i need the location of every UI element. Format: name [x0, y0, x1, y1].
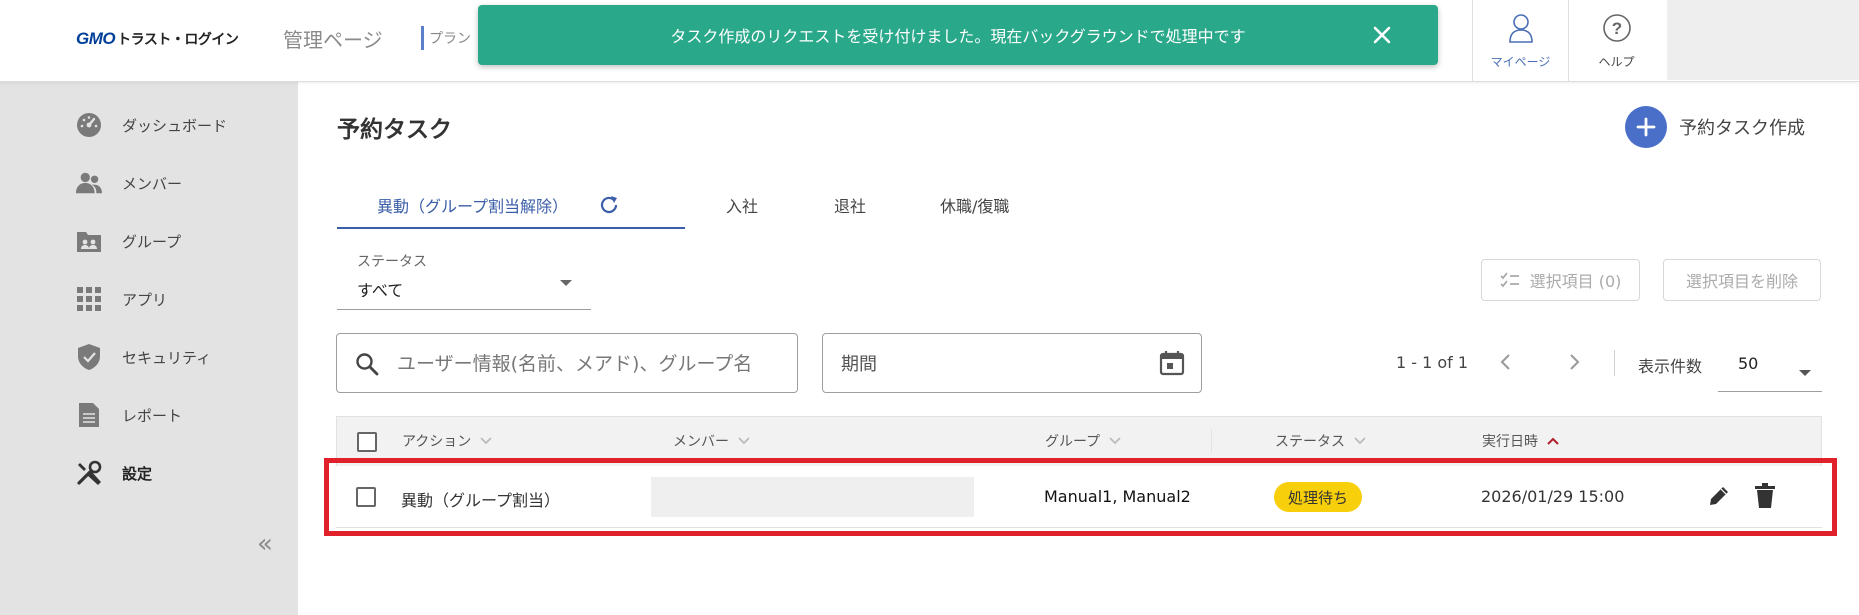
refresh-icon[interactable] — [598, 194, 620, 216]
prev-page-icon[interactable] — [1496, 350, 1516, 378]
delete-selected-label: 選択項目を削除 — [1685, 272, 1798, 291]
members-icon — [76, 170, 102, 196]
column-separator — [1211, 429, 1212, 453]
apps-grid-icon — [76, 286, 102, 312]
plan-label: プラン — [429, 31, 471, 47]
search-input[interactable] — [397, 348, 787, 380]
status-filter-label: ステータス — [357, 254, 427, 270]
close-icon[interactable] — [1370, 23, 1394, 47]
mypage-label: マイページ — [1490, 54, 1551, 69]
help-label: ヘルプ — [1598, 54, 1635, 69]
chevron-down-icon — [480, 437, 492, 445]
tab-leave-return[interactable]: 休職/復職 — [940, 180, 1009, 230]
period-input[interactable] — [841, 348, 1141, 380]
column-header-group[interactable]: グループ — [1045, 431, 1122, 451]
pager-divider — [1614, 350, 1615, 376]
sidebar-item-label: アプリ — [122, 290, 168, 309]
sidebar-item-label: セキュリティ — [122, 348, 212, 367]
delete-selected-button[interactable]: 選択項目を削除 — [1663, 259, 1821, 301]
column-header-label: アクション — [402, 434, 472, 450]
mypage-button[interactable]: マイページ — [1472, 0, 1568, 82]
selected-items-button[interactable]: 選択項目 (0) — [1481, 259, 1640, 301]
next-page-icon[interactable] — [1564, 350, 1584, 378]
column-header-label: メンバー — [673, 434, 729, 450]
column-header-action[interactable]: アクション — [402, 431, 493, 451]
chevron-up-icon — [1547, 437, 1559, 445]
report-icon — [76, 402, 102, 428]
task-tabs: 異動（グループ割当解除） 入社 退社 休職/復職 — [337, 180, 1817, 230]
status-filter-select[interactable]: ステータス すべて — [337, 248, 591, 310]
column-header-label: ステータス — [1275, 434, 1345, 450]
chevron-down-icon — [738, 437, 750, 445]
status-filter-value: すべて — [357, 281, 404, 300]
calendar-icon[interactable] — [1159, 350, 1185, 380]
page-title: 予約タスク — [337, 117, 452, 143]
pagination-range: 1 - 1 of 1 — [1396, 353, 1469, 372]
create-task-label: 予約タスク作成 — [1679, 118, 1805, 139]
column-header-status[interactable]: ステータス — [1275, 431, 1367, 451]
toast-notification: タスク作成のリクエストを受け付けました。現在バックグラウンドで処理中です — [478, 5, 1438, 65]
sidebar-item-security[interactable]: セキュリティ — [76, 342, 211, 372]
tab-label: 休職/復職 — [940, 197, 1010, 216]
logo-brand: トラスト・ログイン — [117, 32, 239, 48]
account-area[interactable] — [1667, 0, 1859, 80]
column-header-label: グループ — [1045, 434, 1101, 450]
group-icon — [76, 228, 102, 254]
search-field — [336, 333, 798, 393]
dashboard-icon — [76, 112, 102, 138]
user-icon — [1508, 13, 1534, 47]
select-all-checkbox[interactable] — [357, 432, 377, 452]
sidebar-item-label: レポート — [122, 406, 183, 425]
sidebar-item-groups[interactable]: グループ — [76, 226, 181, 256]
selected-items-label: 選択項目 (0) — [1529, 272, 1622, 291]
caret-down-icon — [559, 272, 573, 291]
column-header-label: 実行日時 — [1482, 434, 1538, 450]
brand-logo[interactable]: GMO トラスト・ログイン — [76, 28, 239, 50]
help-icon: ? — [1602, 13, 1632, 47]
caret-down-icon — [1798, 362, 1812, 381]
tab-label: 異動（グループ割当解除） — [377, 197, 569, 216]
tab-label: 退社 — [834, 197, 867, 216]
plus-icon — [1625, 106, 1667, 148]
active-tab-indicator — [337, 227, 685, 229]
admin-page-title: 管理ページ — [283, 28, 383, 52]
search-icon — [355, 352, 379, 380]
column-header-member[interactable]: メンバー — [673, 431, 751, 451]
tab-label: 入社 — [726, 197, 759, 216]
period-field — [822, 333, 1202, 393]
logo-gmo: GMO — [76, 29, 116, 48]
per-page-value: 50 — [1738, 354, 1759, 373]
checklist-icon — [1499, 272, 1520, 288]
tab-transfer-unassign[interactable]: 異動（グループ割当解除） — [377, 180, 620, 230]
sidebar-item-dashboard[interactable]: ダッシュボード — [76, 110, 227, 140]
plan-divider — [421, 26, 424, 50]
svg-text:?: ? — [1611, 19, 1621, 38]
tab-join[interactable]: 入社 — [726, 180, 758, 230]
sidebar-collapse-button[interactable]: « — [257, 529, 273, 559]
sidebar: ダッシュボード メンバー グループ アプリ セキュリティ レポート 設定 « — [0, 82, 298, 615]
sidebar-item-members[interactable]: メンバー — [76, 168, 182, 198]
sidebar-item-label: 設定 — [122, 464, 153, 483]
sidebar-item-label: グループ — [122, 232, 182, 251]
tools-icon — [76, 460, 102, 486]
sidebar-item-label: ダッシュボード — [122, 116, 228, 135]
create-task-button[interactable]: 予約タスク作成 — [1625, 106, 1805, 148]
sidebar-item-settings[interactable]: 設定 — [76, 458, 152, 488]
row-highlight-box — [324, 458, 1837, 536]
chevron-down-icon — [1354, 437, 1366, 445]
sidebar-item-reports[interactable]: レポート — [76, 400, 182, 430]
column-header-executed-at[interactable]: 実行日時 — [1482, 431, 1560, 451]
sidebar-item-label: メンバー — [122, 174, 183, 193]
tab-leave[interactable]: 退社 — [834, 180, 866, 230]
help-button[interactable]: ? ヘルプ — [1568, 0, 1664, 82]
shield-icon — [76, 344, 102, 370]
per-page-select[interactable]: 50 — [1718, 340, 1822, 392]
toast-message: タスク作成のリクエストを受け付けました。現在バックグラウンドで処理中です — [670, 27, 1246, 46]
per-page-label: 表示件数 — [1638, 357, 1703, 376]
chevron-down-icon — [1109, 437, 1121, 445]
sidebar-item-apps[interactable]: アプリ — [76, 284, 167, 314]
